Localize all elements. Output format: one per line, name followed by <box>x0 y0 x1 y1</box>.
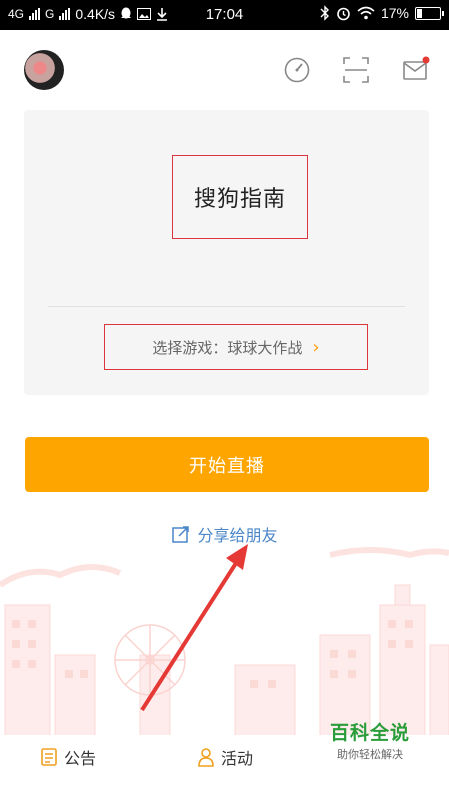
wifi-icon <box>357 6 375 20</box>
avatar[interactable] <box>24 50 64 90</box>
status-right: 17% <box>320 5 444 21</box>
nav-item-activity[interactable]: 活动 <box>197 745 253 769</box>
mail-icon[interactable] <box>402 56 430 84</box>
mail-badge <box>422 56 430 64</box>
alarm-icon <box>337 7 350 20</box>
start-live-button[interactable]: 开始直播 <box>25 437 429 492</box>
battery-percent: 17% <box>380 5 409 21</box>
scan-icon[interactable] <box>342 56 370 84</box>
app-screen: 4G G 0.4K/s 17:04 17% 搜狗指南 选择游戏：球球大作战 › … <box>0 0 449 788</box>
notice-icon <box>41 748 57 766</box>
watermark-title: 百科全说 <box>329 722 410 744</box>
person-icon <box>198 748 214 767</box>
annotation-arrow-icon <box>140 544 248 712</box>
nav-label-activity: 活动 <box>221 749 254 768</box>
live-setup-card: 搜狗指南 选择游戏：球球大作战 › <box>24 110 429 395</box>
watermark: 百科全说 助你轻松解决 <box>320 718 420 762</box>
watermark-subtitle: 助你轻松解决 <box>337 748 403 761</box>
chevron-right-icon: › <box>312 336 320 358</box>
divider <box>48 306 405 307</box>
select-game-label: 选择游戏：球球大作战 <box>152 338 303 357</box>
battery-icon <box>415 6 444 20</box>
bluetooth-icon <box>320 5 329 21</box>
stream-title: 搜狗指南 <box>193 187 286 212</box>
title-highlight-box[interactable]: 搜狗指南 <box>172 155 308 239</box>
status-bar: 4G G 0.4K/s 17:04 17% <box>0 0 449 30</box>
speedometer-icon[interactable] <box>283 56 311 84</box>
select-game-button[interactable]: 选择游戏：球球大作战 › <box>104 324 368 370</box>
nav-item-notice[interactable]: 公告 <box>40 745 96 769</box>
nav-label-notice: 公告 <box>64 749 97 768</box>
